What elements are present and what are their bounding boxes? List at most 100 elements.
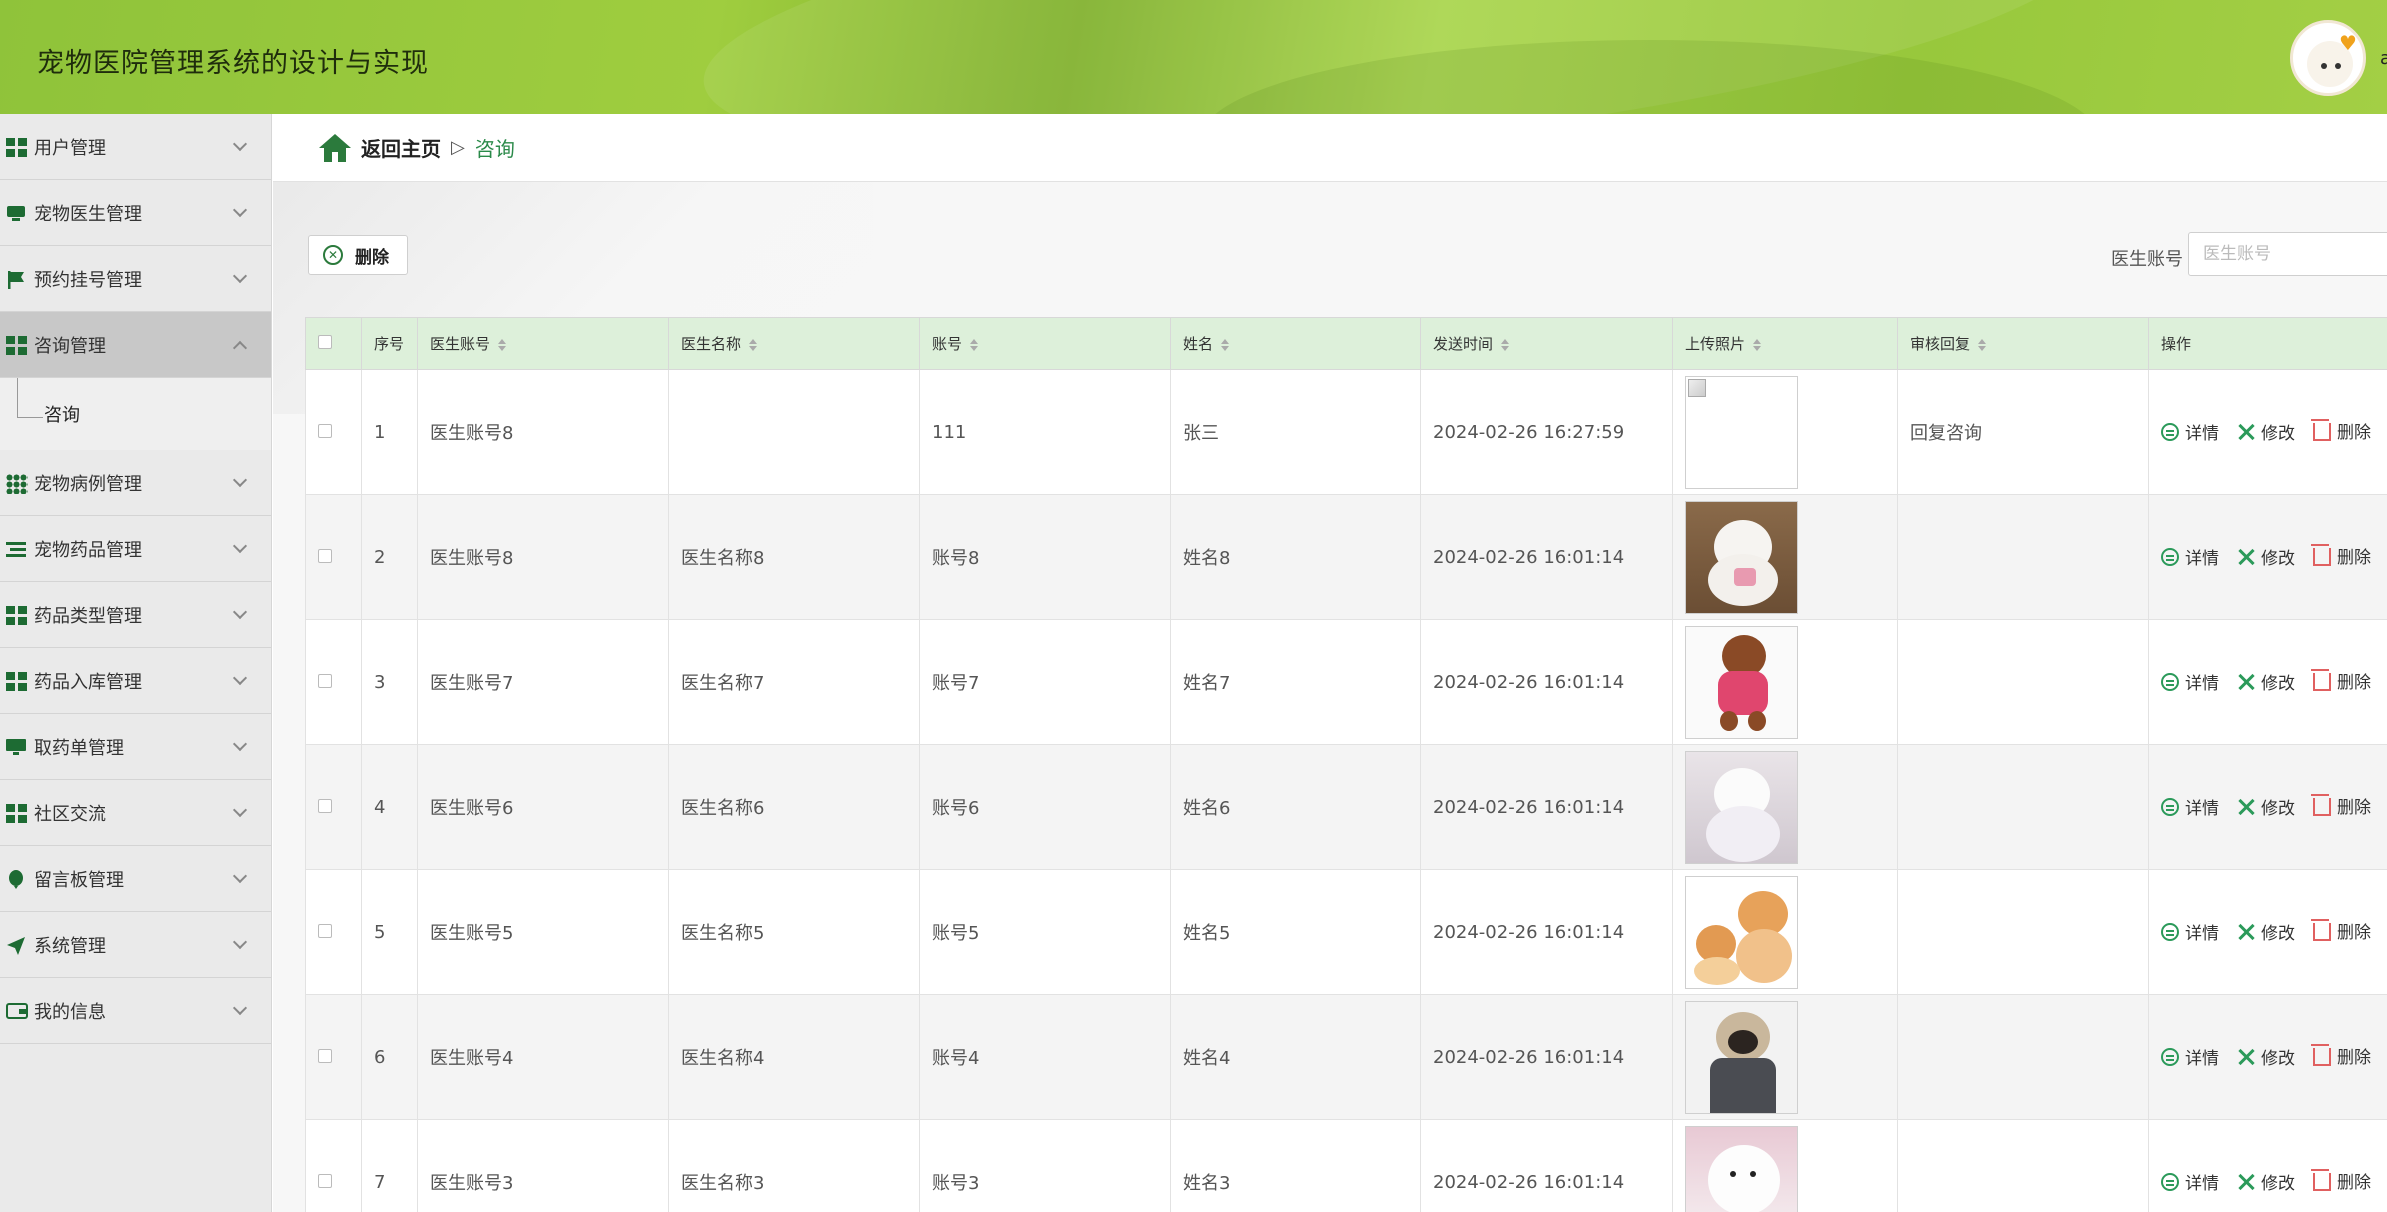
wallet-icon: [6, 1002, 28, 1022]
detail-button[interactable]: 详情: [2161, 544, 2219, 569]
detail-button[interactable]: 详情: [2161, 1169, 2219, 1194]
sidebar-item-pickup-management[interactable]: 取药单管理: [0, 714, 271, 780]
column-header[interactable]: 医生名称: [668, 317, 920, 370]
detail-button[interactable]: 详情: [2161, 669, 2219, 694]
column-header-label: 医生名称: [681, 335, 742, 353]
chevron-down-icon: [232, 136, 248, 152]
row-select-cell: [305, 744, 362, 870]
sort-icon[interactable]: [970, 338, 979, 351]
table-row: 7 医生账号3 医生名称3 账号3 姓名3 2024-02-26 16:01:14 详情 修改…: [305, 1119, 2387, 1212]
column-header[interactable]: 发送时间: [1420, 317, 1673, 370]
detail-button[interactable]: 详情: [2161, 419, 2219, 444]
uploaded-photo[interactable]: [1685, 750, 1798, 864]
chevron-up-icon: [232, 340, 248, 356]
cell-reply: [1897, 494, 2149, 620]
column-header[interactable]: 审核回复: [1897, 317, 2149, 370]
delete-button[interactable]: ✕ 删除: [308, 235, 408, 275]
grid-icon: [6, 138, 28, 158]
sidebar-item-case-management[interactable]: 宠物病例管理: [0, 450, 271, 516]
sidebar-item-label: 留言板管理: [34, 869, 124, 891]
sidebar-item-appointment-management[interactable]: 预约挂号管理: [0, 246, 271, 312]
edit-button[interactable]: 修改: [2237, 1044, 2295, 1069]
detail-button[interactable]: 详情: [2161, 1044, 2219, 1069]
sort-icon[interactable]: [1501, 338, 1510, 351]
sidebar-item-system-management[interactable]: 系统管理: [0, 912, 271, 978]
detail-button[interactable]: 详情: [2161, 794, 2219, 819]
row-checkbox[interactable]: [318, 1173, 332, 1188]
sort-icon[interactable]: [1221, 338, 1230, 351]
select-all-checkbox[interactable]: [318, 334, 332, 349]
detail-icon: [2161, 1172, 2179, 1191]
row-select-cell: [305, 869, 362, 995]
detail-icon: [2161, 422, 2179, 441]
sidebar-item-medicine-type-management[interactable]: 药品类型管理: [0, 582, 271, 648]
sort-icon[interactable]: [749, 338, 758, 351]
cell-name: 姓名5: [1170, 869, 1421, 995]
uploaded-photo[interactable]: [1685, 625, 1798, 739]
scissors-icon: [2237, 798, 2255, 816]
row-checkbox[interactable]: [318, 423, 332, 438]
uploaded-photo[interactable]: [1685, 1000, 1798, 1114]
sidebar-subitem-consultation[interactable]: 咨询: [0, 378, 271, 450]
sidebar-item-stock-in-management[interactable]: 药品入库管理: [0, 648, 271, 714]
row-checkbox[interactable]: [318, 1048, 332, 1063]
row-delete-button[interactable]: 删除: [2311, 918, 2371, 943]
chevron-down-icon: [232, 604, 248, 620]
grid-icon: [6, 804, 28, 824]
uploaded-photo[interactable]: [1685, 875, 1798, 989]
sidebar-item-consultation-management[interactable]: 咨询管理: [0, 312, 271, 378]
sidebar-item-doctor-management[interactable]: 宠物医生管理: [0, 180, 271, 246]
cell-index: 4: [361, 744, 418, 870]
sort-icon[interactable]: [1753, 338, 1762, 351]
column-header[interactable]: 姓名: [1170, 317, 1421, 370]
cell-doctor-name: [668, 369, 920, 495]
uploaded-photo[interactable]: [1685, 1125, 1798, 1212]
column-header[interactable]: 上传照片: [1672, 317, 1898, 370]
cell-actions: 详情 修改 删除: [2148, 619, 2387, 745]
row-checkbox[interactable]: [318, 673, 332, 688]
grid-icon: [6, 606, 28, 626]
column-header[interactable]: 医生账号: [417, 317, 669, 370]
cell-account: 111: [919, 369, 1171, 495]
row-checkbox[interactable]: [318, 548, 332, 563]
edit-button[interactable]: 修改: [2237, 1169, 2295, 1194]
username[interactable]: a: [2380, 48, 2387, 69]
sidebar-item-community[interactable]: 社区交流: [0, 780, 271, 846]
grid-icon: [6, 672, 28, 692]
edit-button[interactable]: 修改: [2237, 794, 2295, 819]
sidebar-item-user-management[interactable]: 用户管理: [0, 114, 271, 180]
doctor-icon: [6, 204, 28, 224]
row-delete-button[interactable]: 删除: [2311, 1043, 2371, 1068]
detail-button[interactable]: 详情: [2161, 919, 2219, 944]
edit-button[interactable]: 修改: [2237, 419, 2295, 444]
breadcrumb-separator: ▷: [451, 137, 465, 158]
detail-label: 详情: [2185, 424, 2219, 445]
trash-icon: [2311, 1043, 2331, 1066]
breadcrumb-home[interactable]: 返回主页: [361, 133, 441, 162]
sidebar-item-message-board[interactable]: 留言板管理: [0, 846, 271, 912]
column-header[interactable]: 账号: [919, 317, 1171, 370]
row-delete-button[interactable]: 删除: [2311, 1168, 2371, 1193]
row-delete-button[interactable]: 删除: [2311, 418, 2371, 443]
sidebar-item-my-info[interactable]: 我的信息: [0, 978, 271, 1044]
table-header-row: 序号 医生账号 医生名称 账号 姓名 发送时间 上传照片 审核回复 操作: [305, 317, 2387, 370]
row-checkbox[interactable]: [318, 923, 332, 938]
sort-icon[interactable]: [498, 338, 507, 351]
chevron-down-icon: [232, 934, 248, 950]
uploaded-photo[interactable]: [1685, 375, 1798, 489]
doctor-account-search-input[interactable]: [2188, 232, 2387, 276]
uploaded-photo[interactable]: [1685, 500, 1798, 614]
sidebar-item-medicine-management[interactable]: 宠物药品管理: [0, 516, 271, 582]
row-checkbox[interactable]: [318, 798, 332, 813]
edit-button[interactable]: 修改: [2237, 669, 2295, 694]
row-delete-button[interactable]: 删除: [2311, 793, 2371, 818]
home-icon[interactable]: [319, 133, 351, 162]
row-delete-button[interactable]: 删除: [2311, 668, 2371, 693]
cell-name: 姓名7: [1170, 619, 1421, 745]
edit-button[interactable]: 修改: [2237, 544, 2295, 569]
edit-button[interactable]: 修改: [2237, 919, 2295, 944]
row-delete-button[interactable]: 删除: [2311, 543, 2371, 568]
chevron-down-icon: [232, 670, 248, 686]
avatar[interactable]: ♥: [2290, 20, 2366, 96]
sort-icon[interactable]: [1978, 338, 1987, 351]
